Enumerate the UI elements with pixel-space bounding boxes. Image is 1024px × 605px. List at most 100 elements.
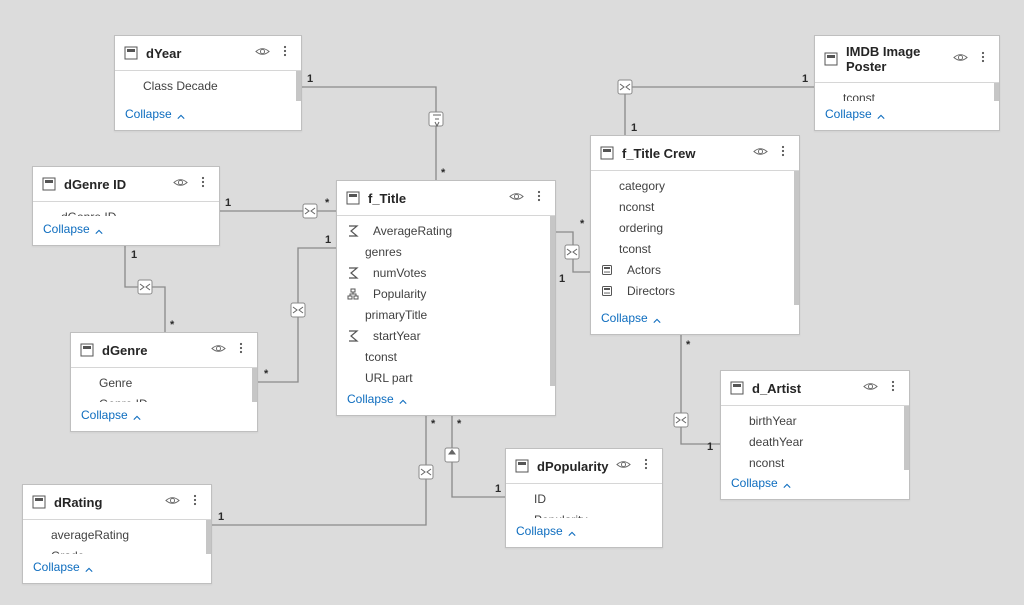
field[interactable]: Actors [619, 263, 789, 277]
field[interactable]: category [619, 179, 789, 193]
field[interactable]: Directors [619, 284, 789, 298]
more-icon[interactable] [278, 44, 292, 62]
svg-text:1: 1 [218, 511, 224, 523]
field-label: genres [365, 245, 402, 259]
eye-icon[interactable] [753, 144, 768, 162]
table-dpopularity[interactable]: dPopularity ID Popularity Collapse [505, 448, 663, 548]
field[interactable]: Popularity [365, 287, 545, 301]
eye-icon[interactable] [173, 175, 188, 193]
more-icon[interactable] [532, 189, 546, 207]
collapse-label: Collapse [731, 476, 778, 490]
collapse-link[interactable]: Collapse [506, 518, 662, 547]
table-dyear[interactable]: dYear Class Decade Decade Collapse [114, 35, 302, 131]
field[interactable]: birthYear [749, 414, 899, 428]
field[interactable]: tconst [365, 350, 545, 364]
table-dgenre-id[interactable]: dGenre ID dGenre ID Collapse [32, 166, 220, 246]
field[interactable]: deathYear [749, 435, 899, 449]
eye-icon[interactable] [953, 50, 968, 68]
table-title: f_Title Crew [622, 146, 753, 161]
field[interactable]: numVotes [365, 266, 545, 280]
more-icon[interactable] [188, 493, 202, 511]
field-label: Popularity [534, 513, 587, 518]
more-icon[interactable] [776, 144, 790, 162]
table-imdb-poster[interactable]: IMDB Image Poster tconst URL Collapse [814, 35, 1000, 131]
field[interactable]: Grade [51, 549, 201, 554]
scrollbar[interactable] [904, 406, 909, 470]
more-icon[interactable] [639, 457, 653, 475]
table-drating[interactable]: dRating averageRating Grade Collapse [22, 484, 212, 584]
field[interactable]: averageRating [51, 528, 201, 542]
field[interactable]: nconst [749, 456, 899, 470]
scrollbar[interactable] [206, 520, 211, 554]
table-ftitle-crew[interactable]: f_Title Crew category nconst ordering tc… [590, 135, 800, 335]
table-ftitle[interactable]: f_Title AverageRating genres numVotes Po… [336, 180, 556, 416]
field[interactable]: AverageRating [365, 224, 545, 238]
scrollbar[interactable] [794, 171, 799, 305]
field-label: Directors [627, 284, 675, 298]
more-icon[interactable] [196, 175, 210, 193]
field[interactable]: ID [534, 492, 652, 506]
scrollbar[interactable] [296, 71, 301, 101]
field[interactable]: genres [365, 245, 545, 259]
field[interactable]: URL part [365, 371, 545, 385]
chevron-up-icon [95, 225, 103, 233]
collapse-label: Collapse [33, 560, 80, 574]
scrollbar[interactable] [252, 368, 257, 402]
field[interactable]: tconst [843, 91, 989, 101]
table-dgenre[interactable]: dGenre Genre Genre ID Collapse [70, 332, 258, 432]
field[interactable]: Genre [99, 376, 247, 390]
field[interactable]: Popularity [534, 513, 652, 518]
table-header[interactable]: dYear [115, 36, 301, 71]
table-header[interactable]: d_Artist [721, 371, 909, 406]
collapse-link[interactable]: Collapse [721, 470, 909, 499]
more-icon[interactable] [886, 379, 900, 397]
svg-text:*: * [580, 218, 585, 230]
field[interactable]: primaryTitle [365, 308, 545, 322]
eye-icon[interactable] [165, 493, 180, 511]
table-header[interactable]: dPopularity [506, 449, 662, 484]
table-header[interactable]: dRating [23, 485, 211, 520]
table-header[interactable]: f_Title [337, 181, 555, 216]
table-header[interactable]: IMDB Image Poster [815, 36, 999, 83]
eye-icon[interactable] [616, 457, 631, 475]
svg-text:1: 1 [307, 73, 313, 85]
chevron-up-icon [877, 110, 885, 118]
field[interactable]: nconst [619, 200, 789, 214]
field[interactable]: tconst [619, 242, 789, 256]
collapse-link[interactable]: Collapse [337, 386, 555, 415]
svg-text:*: * [441, 167, 446, 179]
eye-icon[interactable] [509, 189, 524, 207]
table-dartist[interactable]: d_Artist birthYear deathYear nconst prim… [720, 370, 910, 500]
table-header[interactable]: dGenre ID [33, 167, 219, 202]
svg-text:1: 1 [631, 122, 637, 134]
field[interactable]: startYear [365, 329, 545, 343]
table-header[interactable]: f_Title Crew [591, 136, 799, 171]
eye-icon[interactable] [211, 341, 226, 359]
collapse-link[interactable]: Collapse [815, 101, 999, 130]
hierarchy-icon [347, 288, 359, 300]
field-list: AverageRating genres numVotes Popularity… [337, 216, 555, 386]
field[interactable]: dGenre ID [61, 210, 209, 216]
collapse-link[interactable]: Collapse [71, 402, 257, 431]
field[interactable]: ordering [619, 221, 789, 235]
scrollbar[interactable] [994, 83, 999, 101]
more-icon[interactable] [976, 50, 990, 68]
svg-text:1: 1 [495, 483, 501, 495]
svg-text:1: 1 [225, 197, 231, 209]
chevron-up-icon [85, 563, 93, 571]
field-label: tconst [365, 350, 397, 364]
scrollbar[interactable] [550, 216, 555, 386]
collapse-link[interactable]: Collapse [115, 101, 301, 130]
eye-icon[interactable] [863, 379, 878, 397]
field-label: Genre ID [99, 397, 148, 402]
collapse-link[interactable]: Collapse [33, 216, 219, 245]
more-icon[interactable] [234, 341, 248, 359]
field[interactable]: Decade [143, 100, 291, 101]
eye-icon[interactable] [255, 44, 270, 62]
collapse-link[interactable]: Collapse [591, 305, 799, 334]
table-header[interactable]: dGenre [71, 333, 257, 368]
field[interactable]: Class Decade [143, 79, 291, 93]
collapse-link[interactable]: Collapse [23, 554, 211, 583]
field[interactable]: Genre ID [99, 397, 247, 402]
table-icon [42, 177, 56, 191]
